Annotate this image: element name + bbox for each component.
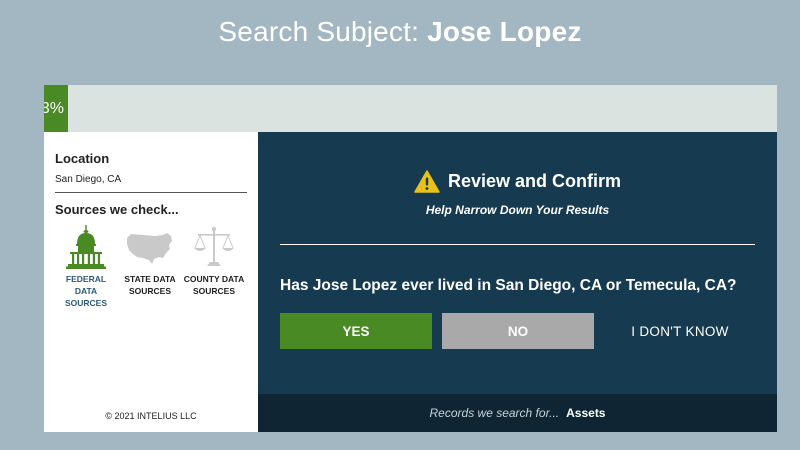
source-county: COUNTY DATA SOURCES xyxy=(182,224,246,297)
source-state: STATE DATA SOURCES xyxy=(118,224,182,297)
copyright: © 2021 INTELIUS LLC xyxy=(105,411,197,421)
source-federal-label-2: SOURCES xyxy=(64,298,108,308)
no-button[interactable]: NO xyxy=(442,313,594,349)
confirmation-question: Has Jose Lopez ever lived in San Diego, … xyxy=(280,277,737,294)
sidebar-divider xyxy=(55,192,247,193)
page-title: Search Subject: Jose Lopez xyxy=(0,16,800,48)
search-subject-label: Search Subject: xyxy=(218,16,420,47)
records-prefix: Records we search for... xyxy=(429,406,560,420)
review-title: Review and Confirm xyxy=(447,171,622,191)
source-state-label-1: STATE DATA xyxy=(124,274,176,284)
yes-button[interactable]: YES xyxy=(280,313,432,349)
progress-percent: 3% xyxy=(44,99,64,117)
review-panel: Review and Confirm Help Narrow Down Your… xyxy=(258,132,777,394)
usa-map-icon xyxy=(127,233,172,264)
sources-title: Sources we check... xyxy=(55,202,179,217)
progress-bar: 3% xyxy=(44,85,777,132)
progress-fill: 3% xyxy=(44,85,68,132)
scales-of-justice-icon xyxy=(194,227,234,266)
source-state-label-2: SOURCES xyxy=(128,286,172,296)
location-title: Location xyxy=(55,151,110,166)
search-subject-name: Jose Lopez xyxy=(427,16,582,47)
review-divider xyxy=(280,244,755,245)
warning-icon xyxy=(414,170,440,193)
location-value: San Diego, CA xyxy=(55,174,122,185)
dont-know-button[interactable]: I DON'T KNOW xyxy=(604,313,756,349)
sidebar: Location San Diego, CA Sources we check.… xyxy=(44,132,258,432)
source-county-label-1: COUNTY DATA xyxy=(183,274,245,284)
source-federal: FEDERAL DATA SOURCES xyxy=(54,224,118,309)
records-category: Assets xyxy=(566,406,606,420)
capitol-icon xyxy=(66,225,106,269)
review-subtitle: Help Narrow Down Your Results xyxy=(425,203,610,217)
source-federal-label-1: FEDERAL DATA xyxy=(65,274,107,296)
source-county-label-2: SOURCES xyxy=(192,286,236,296)
review-header: Review and Confirm xyxy=(258,170,777,193)
records-footer: Records we search for... Assets xyxy=(258,394,777,432)
